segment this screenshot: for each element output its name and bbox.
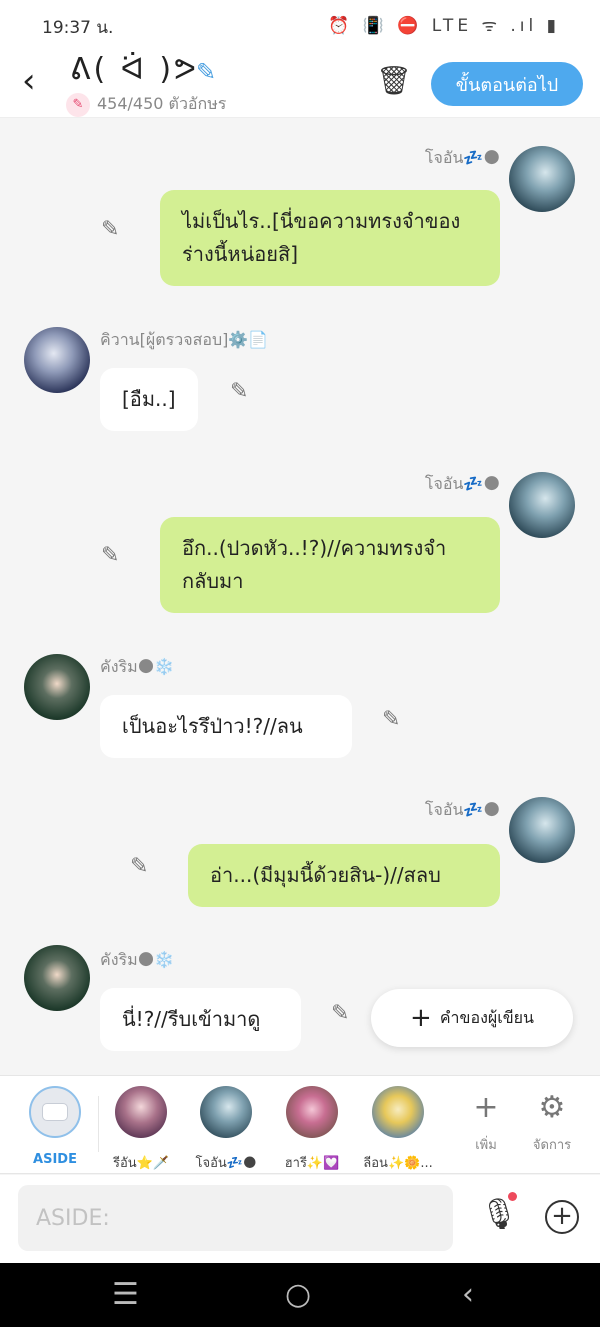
sender-name: คิวาน[ผู้ตรวจสอบ]⚙️📄 — [100, 330, 269, 349]
plus-icon: + — [473, 1090, 499, 1125]
author-note-button[interactable]: + คำของผู้เขียน — [371, 989, 573, 1047]
divider — [98, 1096, 99, 1152]
manage-button[interactable]: ⚙ จัดการ — [522, 1088, 582, 1155]
character-label: ฮารี✨💟 — [284, 1156, 340, 1171]
status-time: 19:37 น. — [42, 18, 114, 38]
status-icons: ⏰ 📳 ⛔ LTE ᯤ .ıl ▮ — [328, 16, 560, 36]
character-avatar — [286, 1086, 338, 1138]
chat-area[interactable]: โจอัน💤🌑 ไม่เป็นไร..[นี่ขอความทรงจำของร่า… — [0, 119, 600, 1075]
input-bar: 🎙 + — [0, 1175, 600, 1263]
home-icon[interactable]: ○ — [285, 1277, 311, 1312]
character-label: โจอัน💤🌑 — [195, 1156, 257, 1171]
system-nav-bar: ☰ ○ ‹ — [0, 1263, 600, 1327]
character-hari[interactable]: ฮารี✨💟 — [272, 1086, 352, 1173]
character-avatar — [115, 1086, 167, 1138]
character-aside[interactable]: ASIDE — [15, 1086, 95, 1167]
back-arrow-icon[interactable]: ‹ — [22, 64, 36, 98]
edit-message-icon[interactable]: ✎ — [101, 543, 119, 568]
manage-label: จัดการ — [532, 1138, 572, 1153]
message-bubble[interactable]: อึก..(ปวดหัว..!?)//ความทรงจำกลับมา — [160, 517, 500, 613]
status-bar: 19:37 น. ⏰ 📳 ⛔ LTE ᯤ .ıl ▮ — [0, 0, 600, 50]
add-circle-icon[interactable]: + — [545, 1200, 579, 1234]
message-bubble[interactable]: [อืม..] — [100, 368, 198, 431]
sender-name: โจอัน💤🌑 — [424, 474, 500, 493]
microphone-icon[interactable]: 🎙 — [480, 1197, 518, 1232]
character-label: ASIDE — [33, 1152, 77, 1167]
recent-apps-icon[interactable]: ☰ — [112, 1277, 139, 1312]
character-avatar — [372, 1086, 424, 1138]
header: ‹ ᕕ( ᐛ )ᕗ ✎ ✎ 454/450 ตัวอักษร 🗑 ขั้นตอน… — [0, 50, 600, 118]
avatar-joan[interactable] — [509, 472, 575, 538]
character-label: รีอัน⭐🗡️ — [112, 1156, 170, 1171]
edit-message-icon[interactable]: ✎ — [230, 379, 248, 404]
chat-bubble-icon — [29, 1086, 81, 1138]
sender-name: คังริม🌑❄️ — [100, 657, 175, 676]
story-title[interactable]: ᕕ( ᐛ )ᕗ — [70, 52, 199, 87]
pencil-badge-icon: ✎ — [66, 92, 90, 117]
plus-icon: + — [410, 1003, 432, 1033]
sender-name: โจอัน💤🌑 — [424, 800, 500, 819]
avatar-joan[interactable] — [509, 146, 575, 212]
character-joan[interactable]: โจอัน💤🌑 — [186, 1086, 266, 1173]
sender-name: คังริม🌑❄️ — [100, 950, 175, 969]
edit-message-icon[interactable]: ✎ — [331, 1001, 349, 1026]
edit-title-icon[interactable]: ✎ — [196, 58, 216, 86]
character-avatar — [200, 1086, 252, 1138]
character-rian[interactable]: รีอัน⭐🗡️ — [101, 1086, 181, 1173]
message-bubble[interactable]: ไม่เป็นไร..[นี่ขอความทรงจำของร่างนี้หน่อ… — [160, 190, 500, 286]
trash-icon[interactable]: 🗑 — [376, 64, 412, 97]
back-icon[interactable]: ‹ — [462, 1277, 474, 1312]
character-bar: ASIDE รีอัน⭐🗡️ โจอัน💤🌑 ฮารี✨💟 ลีอน✨🌼... … — [0, 1075, 600, 1174]
next-step-button[interactable]: ขั้นตอนต่อไป — [431, 62, 583, 106]
edit-message-icon[interactable]: ✎ — [101, 217, 119, 242]
character-lion[interactable]: ลีอน✨🌼... — [358, 1086, 438, 1173]
character-label: ลีอน✨🌼... — [363, 1156, 433, 1171]
message-input[interactable] — [18, 1185, 453, 1251]
message-bubble[interactable]: นี่!?//รีบเข้ามาดู — [100, 988, 301, 1051]
add-character-button[interactable]: + เพิ่ม — [456, 1088, 516, 1155]
message-bubble[interactable]: อ่า...(มีมุมนี้ด้วยสิน-)//สลบ — [188, 844, 500, 907]
avatar-joan[interactable] — [509, 797, 575, 863]
message-bubble[interactable]: เป็นอะไรรึป่าว!?//ลน — [100, 695, 352, 758]
char-count-row: ✎ 454/450 ตัวอักษร — [66, 92, 226, 117]
record-dot — [508, 1192, 517, 1201]
author-note-label: คำของผู้เขียน — [439, 1007, 534, 1027]
add-label: เพิ่ม — [475, 1138, 497, 1153]
edit-message-icon[interactable]: ✎ — [382, 707, 400, 732]
char-count: 454/450 ตัวอักษร — [97, 94, 227, 113]
edit-message-icon[interactable]: ✎ — [130, 854, 148, 879]
sender-name: โจอัน💤🌑 — [424, 148, 500, 167]
avatar-kiwan[interactable] — [24, 327, 90, 393]
avatar-kangrim[interactable] — [24, 945, 90, 1011]
gear-icon: ⚙ — [538, 1090, 566, 1125]
avatar-kangrim[interactable] — [24, 654, 90, 720]
